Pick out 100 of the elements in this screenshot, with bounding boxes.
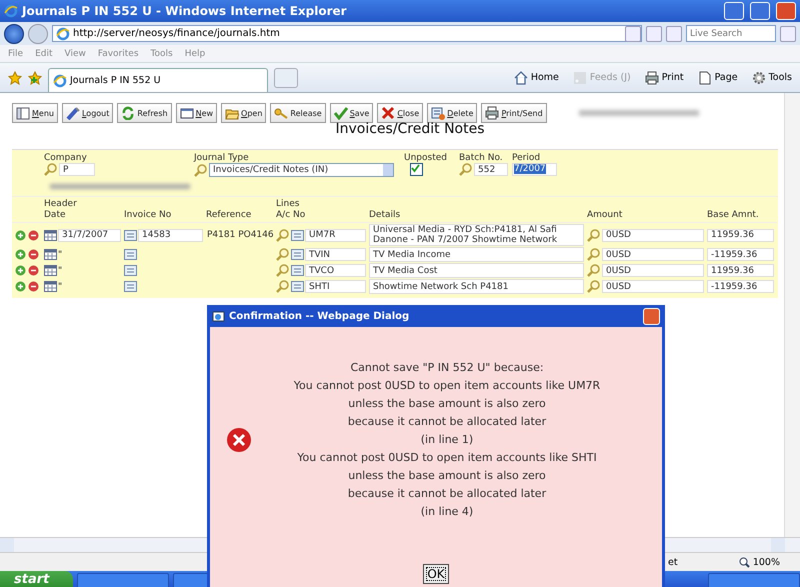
close-button[interactable] xyxy=(776,2,796,20)
unposted-checkbox[interactable] xyxy=(410,163,423,176)
lookup-icon[interactable] xyxy=(276,248,290,261)
minimize-button[interactable] xyxy=(724,2,744,20)
command-button[interactable]: Page xyxy=(698,70,738,84)
toolbar-button[interactable]: Delete xyxy=(427,103,478,123)
calendar-icon[interactable] xyxy=(44,265,57,276)
tools-icon[interactable] xyxy=(752,70,766,84)
company-field[interactable]: P xyxy=(59,163,95,176)
card-icon[interactable] xyxy=(291,281,304,292)
zoom-control[interactable]: 100% xyxy=(738,556,780,568)
toolbar-button[interactable]: Menu xyxy=(12,103,58,123)
card-icon[interactable] xyxy=(291,249,304,260)
add-favorite-icon[interactable] xyxy=(28,70,42,84)
amount-field[interactable]: 0USD xyxy=(602,228,704,242)
account-field[interactable]: UM7R xyxy=(305,228,366,242)
details-field[interactable]: TV Media Cost xyxy=(369,263,584,278)
search-icon[interactable] xyxy=(780,26,796,42)
browser-tab[interactable]: Journals P IN 552 U xyxy=(48,68,268,92)
card-icon[interactable] xyxy=(124,230,137,240)
ok-button[interactable]: OK xyxy=(423,564,449,584)
toolbar-button[interactable]: Open xyxy=(221,103,266,123)
card-icon[interactable] xyxy=(124,265,137,276)
account-field[interactable]: TVCO xyxy=(305,264,366,277)
account-field[interactable]: SHTI xyxy=(305,280,366,293)
close-button[interactable] xyxy=(643,308,660,324)
add-row-icon[interactable] xyxy=(14,281,26,292)
print-icon xyxy=(485,106,500,120)
taskbar-button[interactable] xyxy=(708,573,800,587)
field-label: Journal Type xyxy=(194,153,250,163)
lookup-icon[interactable] xyxy=(276,228,290,242)
add-row-icon[interactable] xyxy=(14,249,26,260)
remove-row-icon[interactable] xyxy=(28,281,38,292)
add-row-icon[interactable] xyxy=(14,230,26,240)
amount-field[interactable]: 0USD xyxy=(602,248,704,261)
details-field[interactable]: Showtime Network Sch P4181 xyxy=(369,279,584,294)
amount-field[interactable]: 0USD xyxy=(602,280,704,293)
base-amount-field[interactable]: 11959.36 xyxy=(707,264,774,277)
batch-field[interactable]: 552 xyxy=(474,163,508,176)
details-field[interactable]: TV Media Income xyxy=(369,247,584,262)
toolbar-button[interactable]: Close xyxy=(377,103,424,123)
lookup-icon[interactable] xyxy=(276,280,290,293)
print-icon[interactable] xyxy=(644,70,659,84)
toolbar-button[interactable]: Refresh xyxy=(117,103,172,123)
base-amount-field[interactable]: 11959.36 xyxy=(707,228,774,242)
logout-icon xyxy=(66,106,80,120)
star-icon[interactable] xyxy=(8,70,22,84)
invoice-field[interactable]: 14583 xyxy=(138,228,203,242)
card-icon[interactable] xyxy=(124,249,137,260)
refresh-button[interactable] xyxy=(646,26,662,42)
command-button[interactable]: Tools xyxy=(752,70,792,84)
back-button[interactable] xyxy=(4,24,24,44)
calendar-icon[interactable] xyxy=(44,230,57,240)
base-amount-field[interactable]: -11959.36 xyxy=(707,248,774,261)
search-field[interactable]: Live Search xyxy=(686,25,776,42)
stop-button[interactable] xyxy=(666,26,682,42)
command-button[interactable]: Print xyxy=(644,70,684,84)
message-line: You cannot post 0USD to open item accounts like SHTI xyxy=(297,451,597,464)
new-icon xyxy=(180,106,194,120)
account-field[interactable]: TVIN xyxy=(305,248,366,261)
add-row-icon[interactable] xyxy=(14,265,26,276)
toolbar-button[interactable]: Release xyxy=(270,103,326,123)
toolbar-button[interactable]: Save xyxy=(330,103,374,123)
browser-icon xyxy=(4,4,18,18)
lookup-icon[interactable] xyxy=(459,163,473,176)
maximize-button[interactable] xyxy=(750,2,770,20)
release-icon xyxy=(274,106,288,120)
home-icon[interactable] xyxy=(514,70,528,84)
new-tab-button[interactable] xyxy=(274,68,298,88)
remove-row-icon[interactable] xyxy=(28,265,38,276)
journal-type-dropdown[interactable]: Invoices/Credit Notes (IN) xyxy=(209,163,394,177)
vertical-scrollbar[interactable] xyxy=(784,93,800,538)
taskbar-button[interactable] xyxy=(77,573,170,587)
lookup-icon[interactable] xyxy=(587,280,601,293)
message-line: unless the base amount is also zero xyxy=(348,397,546,410)
lookup-icon[interactable] xyxy=(44,163,58,176)
remove-row-icon[interactable] xyxy=(28,230,38,240)
toolbar-button[interactable]: New xyxy=(176,103,218,123)
calendar-icon[interactable] xyxy=(44,281,57,292)
address-field[interactable]: http://server/neosys/finance/journals.htm xyxy=(52,25,642,42)
toolbar-button[interactable]: Logout xyxy=(62,103,114,123)
card-icon[interactable] xyxy=(124,281,137,292)
amount-field[interactable]: 0USD xyxy=(602,264,704,277)
lookup-icon[interactable] xyxy=(194,164,208,176)
period-field[interactable]: 7/2007 xyxy=(512,163,557,176)
command-button[interactable]: Home xyxy=(514,70,559,84)
page-icon[interactable] xyxy=(698,70,712,84)
card-icon[interactable] xyxy=(291,265,304,276)
zoom-icon[interactable] xyxy=(738,556,750,568)
remove-row-icon[interactable] xyxy=(28,249,38,260)
date-field[interactable]: 31/7/2007 xyxy=(58,228,121,242)
card-icon[interactable] xyxy=(291,230,304,240)
lookup-icon[interactable] xyxy=(276,264,290,277)
lookup-icon[interactable] xyxy=(587,248,601,261)
calendar-icon[interactable] xyxy=(44,249,57,260)
lookup-icon[interactable] xyxy=(587,228,601,242)
lookup-icon[interactable] xyxy=(587,264,601,277)
toolbar-button[interactable]: Print/Send xyxy=(481,103,547,123)
base-amount-field[interactable]: -11959.36 xyxy=(707,280,774,293)
details-field[interactable]: Universal Media - RYD Sch:P4181, Al Safi Danone - PAN 7/2007 Showtime Network xyxy=(369,224,584,246)
